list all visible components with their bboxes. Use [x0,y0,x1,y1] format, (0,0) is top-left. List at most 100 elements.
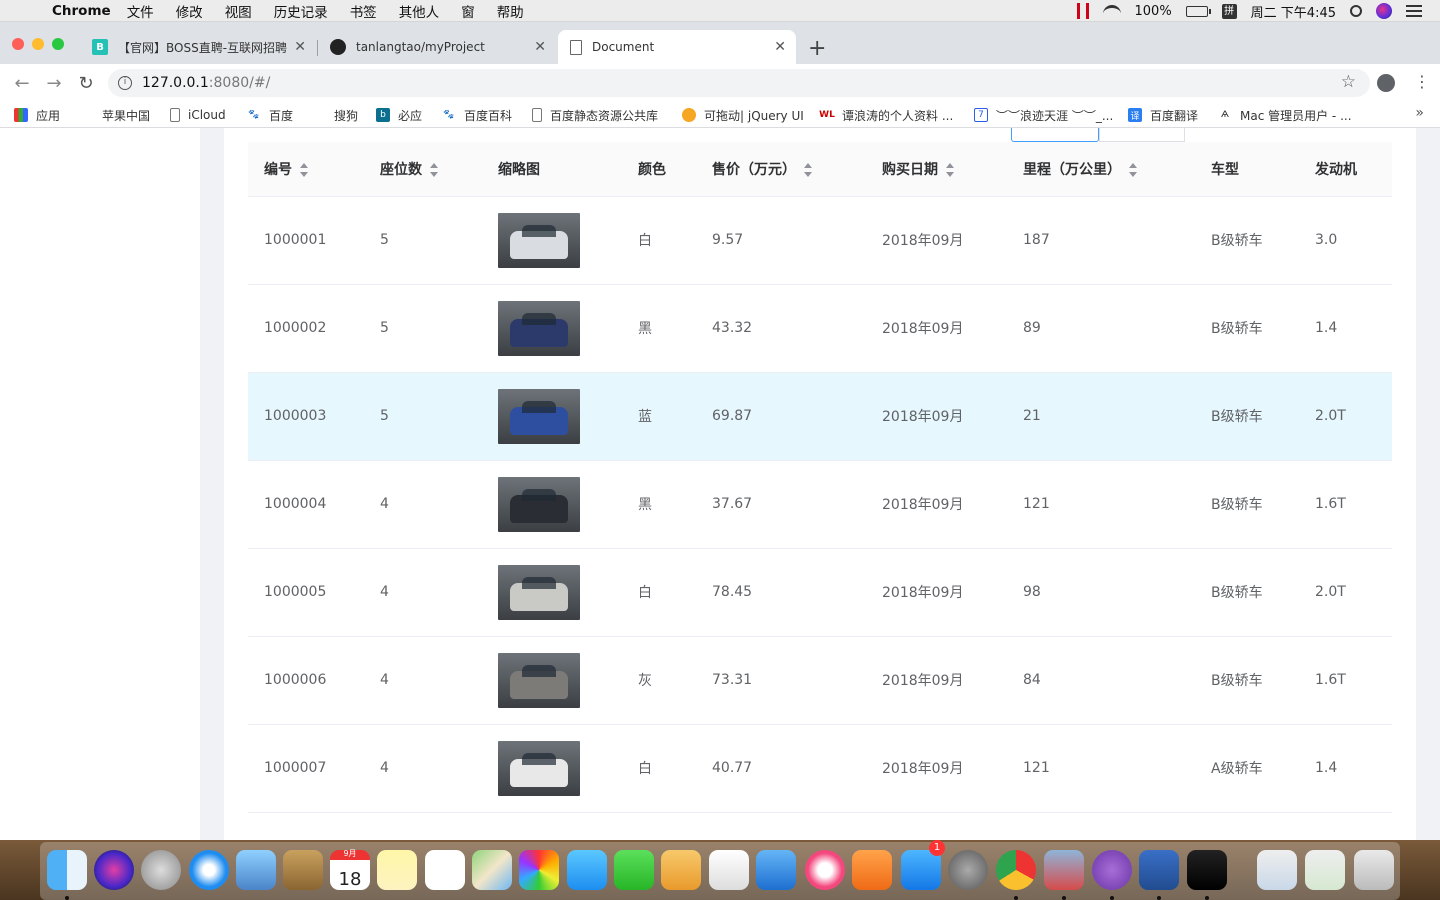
table-row[interactable]: 1000003 5 蓝 69.87 2018年09月 21 B级轿车 2.0T [248,372,1392,460]
car-thumbnail-image[interactable] [498,388,580,444]
finder-icon[interactable] [47,850,87,890]
bookmark-baidu-cdn[interactable]: 百度静态资源公共库 [532,106,658,124]
books-icon[interactable] [852,850,892,890]
chrome-menu-icon[interactable]: ⋮ [1414,72,1430,91]
itunes-icon[interactable] [805,850,845,890]
sort-caret-icon[interactable] [430,162,438,178]
site-info-icon[interactable]: i [118,76,132,90]
bookmark-apple-china[interactable]: 苹果中国 [80,106,150,124]
maximize-window-button[interactable] [52,38,64,50]
tab-button-partial[interactable] [1099,128,1185,142]
table-row[interactable]: 1000007 4 白 40.77 2018年09月 121 A级轿车 1.4 [248,724,1392,812]
photos-icon[interactable] [519,850,559,890]
col-mileage[interactable]: 里程（万公里） [1007,142,1195,197]
calendar-icon[interactable]: 9月 18 [330,849,370,890]
bookmark-jquery-ui[interactable]: 可拖动| jQuery UI [682,106,804,124]
close-tab-icon[interactable]: ✕ [294,39,306,55]
siri-icon[interactable] [94,850,134,890]
notification-center-icon[interactable] [1406,5,1422,17]
back-arrow-icon[interactable]: ← [12,73,32,94]
tab-button-partial[interactable] [1011,128,1099,142]
bookmark-baidu-baike[interactable]: 🐾 百度百科 [442,106,512,124]
bookmark-baidu-fanyi[interactable]: 译百度翻译 [1128,106,1198,124]
more-bookmarks-icon[interactable]: » [1415,105,1424,121]
car-thumbnail-image[interactable] [498,740,580,796]
address-bar[interactable]: i 127.0.0.1:8080/#/ ☆ [108,69,1370,97]
vscode-icon[interactable] [1139,850,1179,890]
close-tab-icon[interactable]: ✕ [534,39,546,55]
reload-icon[interactable]: ↻ [76,73,96,94]
parallels-icon[interactable] [1076,3,1089,19]
col-id[interactable]: 编号 [248,142,364,197]
close-tab-icon[interactable]: ✕ [774,39,786,55]
reminders-icon[interactable] [425,850,465,890]
car-thumbnail-image[interactable] [498,300,580,356]
bookmark-bing[interactable]: b 必应 [376,106,422,124]
bookmark-star-icon[interactable]: ☆ [1341,72,1356,92]
sort-caret-icon[interactable] [300,162,308,178]
sort-caret-icon[interactable] [804,162,812,178]
table-row[interactable]: 1000002 5 黑 43.32 2018年09月 89 B级轿车 1.4 [248,284,1392,372]
bookmark-profile[interactable]: WL 谭浪涛的个人资料 ... [819,106,953,124]
messages-icon[interactable] [567,850,607,890]
parallels-icon[interactable] [1044,850,1084,890]
numbers-icon[interactable] [709,850,749,890]
menu-history[interactable]: 历史记录 [274,1,328,21]
trash-icon[interactable] [1354,850,1394,890]
notes-icon[interactable] [377,850,417,890]
menu-window[interactable]: 窗 [461,1,475,21]
car-thumbnail-image[interactable] [498,564,580,620]
sort-caret-icon[interactable] [1129,162,1137,178]
table-row[interactable]: 1000001 5 白 9.57 2018年09月 187 B级轿车 3.0 [248,196,1392,284]
table-row[interactable]: 1000005 4 白 78.45 2018年09月 98 B级轿车 2.0T [248,548,1392,636]
close-window-button[interactable] [12,38,24,50]
spotlight-icon[interactable] [1350,5,1362,17]
car-thumbnail-image[interactable] [498,212,580,268]
battery-icon[interactable] [1185,5,1211,17]
bookmark-icloud[interactable]: iCloud [170,106,226,124]
keynote-icon[interactable] [756,850,796,890]
minimize-window-button[interactable] [32,38,44,50]
wifi-icon[interactable] [1102,5,1121,17]
maps-icon[interactable] [472,850,512,890]
tab-github[interactable]: tanlangtao/myProject ✕ [318,30,556,64]
bookmark-tianya[interactable]: 7 ︶︶浪迹天涯 ︶︶_... [974,106,1113,124]
profile-avatar-icon[interactable] [1377,74,1395,92]
bookmark-apps[interactable]: 应用 [14,106,60,124]
col-seats[interactable]: 座位数 [364,142,482,197]
bookmark-sogou[interactable]: 搜狗 [312,106,358,124]
table-row[interactable]: 1000004 4 黑 37.67 2018年09月 121 B级轿车 1.6T [248,460,1392,548]
facetime-icon[interactable] [614,850,654,890]
menubar-clock[interactable]: 周二 下午4:45 [1251,2,1336,21]
menu-help[interactable]: 帮助 [497,1,524,21]
contacts-icon[interactable] [283,850,323,890]
mail-icon[interactable] [236,850,276,890]
menu-file[interactable]: 文件 [127,1,154,21]
menu-app-name[interactable]: Chrome [52,3,111,19]
menu-people[interactable]: 其他人 [399,1,440,21]
documents-stack-icon[interactable] [1305,850,1345,890]
col-date[interactable]: 购买日期 [866,142,1007,197]
tab-document-active[interactable]: Document ✕ [558,30,796,64]
system-prefs-icon[interactable] [948,850,988,890]
appstore-icon[interactable] [901,850,941,890]
pages-icon[interactable] [661,850,701,890]
launchpad-icon[interactable] [141,850,181,890]
car-thumbnail-image[interactable] [498,652,580,708]
menu-view[interactable]: 视图 [225,1,252,21]
sort-caret-icon[interactable] [946,162,954,178]
menu-bookmarks[interactable]: 书签 [350,1,377,21]
table-row[interactable]: 1000006 4 灰 73.31 2018年09月 84 B级轿车 1.6T [248,636,1392,724]
activity-monitor-icon[interactable] [1187,850,1227,890]
menu-edit[interactable]: 修改 [176,1,203,21]
chrome-icon[interactable] [996,850,1036,890]
tab-boss[interactable]: B 【官网】BOSS直聘-互联网招聘 ✕ [80,30,316,64]
downloads-stack-icon[interactable] [1257,850,1297,890]
new-tab-button[interactable]: + [808,36,826,61]
forward-arrow-icon[interactable]: → [44,73,64,94]
siri-icon[interactable] [1376,3,1392,19]
col-price[interactable]: 售价（万元） [696,142,866,197]
bookmark-mac-admin[interactable]: Ѧ Mac 管理员用户 - ... [1218,106,1352,124]
github-desktop-icon[interactable] [1092,850,1132,890]
bookmark-baidu[interactable]: 🐾 百度 [247,106,293,124]
